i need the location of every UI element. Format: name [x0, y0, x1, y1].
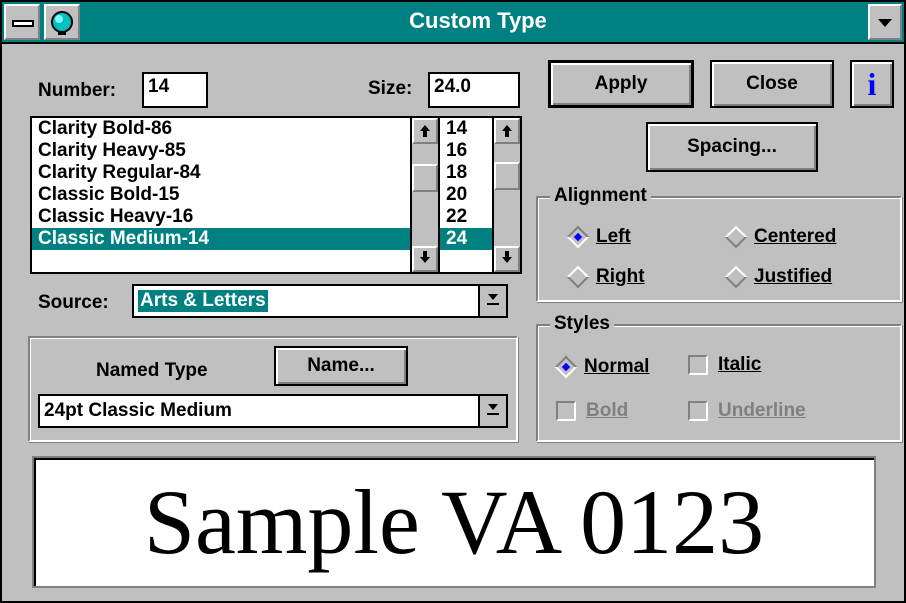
font-list[interactable]: Clarity Bold-86 Clarity Heavy-85 Clarity R… — [30, 116, 440, 274]
style-underline-label: Underline — [718, 400, 806, 421]
number-input[interactable]: 14 — [142, 72, 208, 108]
checkbox-icon — [688, 401, 708, 421]
align-justified-radio[interactable]: Justified — [724, 265, 833, 289]
close-button[interactable]: Close — [710, 60, 834, 108]
radio-selected-icon — [554, 355, 578, 379]
font-list-item[interactable]: Classic Heavy-16 — [32, 206, 438, 228]
align-left-radio[interactable]: Left — [566, 225, 631, 249]
size-list-scrollbar[interactable] — [492, 118, 520, 272]
size-list[interactable]: 14 16 18 20 22 24 — [438, 116, 522, 274]
alignment-title: Alignment — [550, 185, 651, 207]
source-dropdown-button[interactable] — [478, 286, 506, 316]
style-underline-checkbox: Underline — [688, 400, 806, 422]
arrow-down-icon — [502, 257, 512, 263]
font-list-scrollbar[interactable] — [410, 118, 438, 272]
chevron-down-icon — [878, 19, 892, 27]
align-centered-label: Centered — [754, 226, 837, 247]
globe-icon — [51, 11, 73, 35]
custom-type-dialog: Custom Type Number: 14 Size: 24.0 Clarit… — [0, 0, 906, 603]
radio-icon — [724, 265, 748, 289]
named-type-dropdown-button[interactable] — [478, 396, 506, 426]
align-right-label: Right — [596, 266, 645, 287]
named-type-select[interactable]: 24pt Classic Medium — [38, 394, 508, 428]
size-label: Size: — [368, 78, 413, 99]
scroll-down-button[interactable] — [412, 246, 438, 272]
align-centered-radio[interactable]: Centered — [724, 225, 837, 249]
style-italic-checkbox[interactable]: Italic — [688, 354, 761, 376]
font-list-item[interactable]: Clarity Regular-84 — [32, 162, 438, 184]
system-menu-button[interactable] — [4, 4, 40, 40]
font-list-item[interactable]: Classic Bold-15 — [32, 184, 438, 206]
scroll-thumb[interactable] — [494, 162, 520, 190]
font-list-item[interactable]: Classic Medium-14 — [32, 228, 438, 250]
scroll-thumb[interactable] — [412, 164, 438, 192]
align-right-radio[interactable]: Right — [566, 265, 645, 289]
source-label: Source: — [38, 292, 109, 313]
apply-button[interactable]: Apply — [548, 60, 694, 108]
styles-group: Styles — [536, 313, 902, 442]
radio-icon — [724, 225, 748, 249]
sample-text: Sample VA 0123 — [143, 471, 765, 573]
style-normal-radio[interactable]: Normal — [554, 355, 650, 379]
source-value: Arts & Letters — [138, 290, 268, 312]
arrow-down-icon — [420, 257, 430, 263]
font-list-item[interactable]: Clarity Heavy-85 — [32, 140, 438, 162]
chevron-down-icon — [488, 294, 498, 300]
checkbox-icon — [688, 355, 708, 375]
style-italic-label: Italic — [718, 354, 762, 375]
chevron-down-icon — [488, 404, 498, 410]
style-bold-checkbox: Bold — [556, 400, 628, 422]
align-justified-label: Justified — [754, 266, 833, 287]
info-button[interactable]: i — [850, 60, 894, 108]
checkbox-icon — [556, 401, 576, 421]
scroll-down-button[interactable] — [494, 246, 520, 272]
scroll-up-button[interactable] — [494, 118, 520, 144]
apply-button-label: Apply — [594, 73, 648, 94]
spacing-button[interactable]: Spacing... — [646, 122, 818, 172]
number-label: Number: — [38, 80, 117, 101]
font-list-item[interactable]: Clarity Bold-86 — [32, 118, 438, 140]
named-type-label: Named Type — [96, 360, 208, 381]
name-button-label: Name... — [307, 355, 375, 376]
name-button[interactable]: Name... — [274, 346, 408, 386]
radio-selected-icon — [566, 225, 590, 249]
spacing-button-label: Spacing... — [687, 136, 777, 157]
scroll-up-button[interactable] — [412, 118, 438, 144]
source-select[interactable]: Arts & Letters — [132, 284, 508, 318]
align-left-label: Left — [596, 226, 631, 247]
close-button-label: Close — [746, 73, 798, 94]
sample-preview: Sample VA 0123 — [32, 456, 876, 588]
named-type-value: 24pt Classic Medium — [44, 400, 232, 421]
size-input[interactable]: 24.0 — [428, 72, 520, 108]
window-title: Custom Type — [409, 8, 547, 33]
styles-title: Styles — [550, 313, 614, 335]
window-dropdown-button[interactable] — [868, 4, 902, 40]
app-icon — [44, 4, 80, 40]
style-normal-label: Normal — [584, 356, 650, 377]
title-bar[interactable]: Custom Type — [2, 2, 904, 44]
radio-icon — [566, 265, 590, 289]
info-icon: i — [867, 65, 877, 102]
system-menu-icon — [12, 20, 34, 27]
style-bold-label: Bold — [586, 400, 629, 421]
